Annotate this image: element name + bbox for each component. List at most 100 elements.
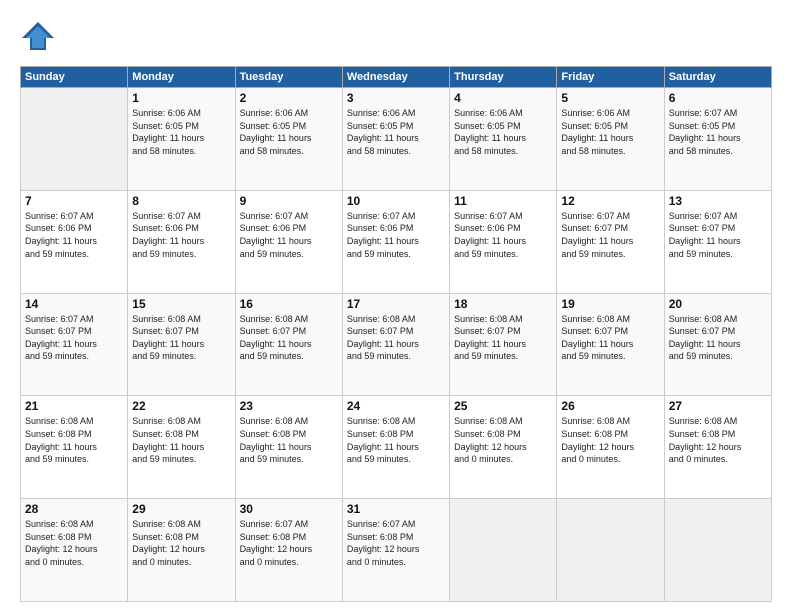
calendar-day-cell: 3 Sunrise: 6:06 AM Sunset: 6:05 PM Daylig… (342, 88, 449, 191)
day-info: Sunrise: 6:07 AM Sunset: 6:06 PM Dayligh… (347, 210, 445, 260)
weekday-header-cell: Wednesday (342, 67, 449, 88)
calendar-day-cell: 28Sunrise: 6:08 AM Sunset: 6:08 PM Dayli… (21, 499, 128, 602)
calendar-week-row: 14 Sunrise: 6:07 AM Sunset: 6:07 PM Dayli… (21, 293, 772, 396)
day-number: 26 (561, 399, 659, 413)
day-info: Sunrise: 6:07 AM Sunset: 6:07 PM Dayligh… (25, 313, 123, 363)
calendar-day-cell: 13 Sunrise: 6:07 AM Sunset: 6:07 PM Dayli… (664, 190, 771, 293)
calendar-day-cell: 20 Sunrise: 6:08 AM Sunset: 6:07 PM Dayli… (664, 293, 771, 396)
calendar-day-cell (21, 88, 128, 191)
day-number: 14 (25, 297, 123, 311)
day-info: Sunrise: 6:08 AM Sunset: 6:08 PM Dayligh… (25, 415, 123, 465)
calendar-body: 1 Sunrise: 6:06 AM Sunset: 6:05 PM Daylig… (21, 88, 772, 602)
day-number: 16 (240, 297, 338, 311)
day-info: Sunrise: 6:07 AM Sunset: 6:07 PM Dayligh… (561, 210, 659, 260)
day-number: 20 (669, 297, 767, 311)
day-number: 11 (454, 194, 552, 208)
day-info: Sunrise: 6:08 AM Sunset: 6:08 PM Dayligh… (561, 415, 659, 465)
weekday-header-cell: Monday (128, 67, 235, 88)
day-number: 1 (132, 91, 230, 105)
day-number: 9 (240, 194, 338, 208)
day-info: Sunrise: 6:07 AM Sunset: 6:05 PM Dayligh… (669, 107, 767, 157)
day-info: Sunrise: 6:08 AM Sunset: 6:07 PM Dayligh… (347, 313, 445, 363)
day-info: Sunrise: 6:08 AM Sunset: 6:07 PM Dayligh… (132, 313, 230, 363)
calendar-day-cell: 29Sunrise: 6:08 AM Sunset: 6:08 PM Dayli… (128, 499, 235, 602)
calendar-page: SundayMondayTuesdayWednesdayThursdayFrid… (0, 0, 792, 612)
calendar-day-cell: 22 Sunrise: 6:08 AM Sunset: 6:08 PM Dayli… (128, 396, 235, 499)
calendar-day-cell: 26 Sunrise: 6:08 AM Sunset: 6:08 PM Dayli… (557, 396, 664, 499)
calendar-day-cell: 27Sunrise: 6:08 AM Sunset: 6:08 PM Dayli… (664, 396, 771, 499)
calendar-day-cell: 1 Sunrise: 6:06 AM Sunset: 6:05 PM Daylig… (128, 88, 235, 191)
calendar-day-cell: 18 Sunrise: 6:08 AM Sunset: 6:07 PM Dayli… (450, 293, 557, 396)
day-number: 6 (669, 91, 767, 105)
calendar-week-row: 28Sunrise: 6:08 AM Sunset: 6:08 PM Dayli… (21, 499, 772, 602)
day-info: Sunrise: 6:08 AM Sunset: 6:07 PM Dayligh… (454, 313, 552, 363)
calendar-day-cell: 2Sunrise: 6:06 AM Sunset: 6:05 PM Daylig… (235, 88, 342, 191)
calendar-day-cell: 23 Sunrise: 6:08 AM Sunset: 6:08 PM Dayli… (235, 396, 342, 499)
day-number: 23 (240, 399, 338, 413)
calendar-week-row: 21 Sunrise: 6:08 AM Sunset: 6:08 PM Dayli… (21, 396, 772, 499)
day-number: 30 (240, 502, 338, 516)
calendar-day-cell: 5 Sunrise: 6:06 AM Sunset: 6:05 PM Daylig… (557, 88, 664, 191)
day-number: 17 (347, 297, 445, 311)
header (20, 20, 772, 56)
weekday-header-cell: Friday (557, 67, 664, 88)
logo (20, 20, 60, 56)
day-number: 31 (347, 502, 445, 516)
day-number: 3 (347, 91, 445, 105)
weekday-header-cell: Saturday (664, 67, 771, 88)
day-number: 8 (132, 194, 230, 208)
logo-icon (20, 20, 56, 56)
calendar-day-cell: 15 Sunrise: 6:08 AM Sunset: 6:07 PM Dayli… (128, 293, 235, 396)
day-info: Sunrise: 6:08 AM Sunset: 6:08 PM Dayligh… (347, 415, 445, 465)
day-info: Sunrise: 6:08 AM Sunset: 6:07 PM Dayligh… (240, 313, 338, 363)
day-info: Sunrise: 6:06 AM Sunset: 6:05 PM Dayligh… (347, 107, 445, 157)
calendar-day-cell: 6 Sunrise: 6:07 AM Sunset: 6:05 PM Daylig… (664, 88, 771, 191)
day-info: Sunrise: 6:06 AM Sunset: 6:05 PM Dayligh… (132, 107, 230, 157)
calendar-day-cell (450, 499, 557, 602)
calendar-day-cell: 14 Sunrise: 6:07 AM Sunset: 6:07 PM Dayli… (21, 293, 128, 396)
day-info: Sunrise: 6:08 AM Sunset: 6:07 PM Dayligh… (669, 313, 767, 363)
day-number: 29 (132, 502, 230, 516)
day-info: Sunrise: 6:07 AM Sunset: 6:08 PM Dayligh… (240, 518, 338, 568)
calendar-day-cell: 11 Sunrise: 6:07 AM Sunset: 6:06 PM Dayli… (450, 190, 557, 293)
day-info: Sunrise: 6:07 AM Sunset: 6:06 PM Dayligh… (132, 210, 230, 260)
weekday-header-cell: Tuesday (235, 67, 342, 88)
calendar-table: SundayMondayTuesdayWednesdayThursdayFrid… (20, 66, 772, 602)
calendar-day-cell: 16 Sunrise: 6:08 AM Sunset: 6:07 PM Dayli… (235, 293, 342, 396)
calendar-day-cell: 31 Sunrise: 6:07 AM Sunset: 6:08 PM Dayli… (342, 499, 449, 602)
calendar-day-cell: 24 Sunrise: 6:08 AM Sunset: 6:08 PM Dayli… (342, 396, 449, 499)
day-number: 24 (347, 399, 445, 413)
calendar-day-cell: 12Sunrise: 6:07 AM Sunset: 6:07 PM Dayli… (557, 190, 664, 293)
day-number: 27 (669, 399, 767, 413)
day-info: Sunrise: 6:06 AM Sunset: 6:05 PM Dayligh… (454, 107, 552, 157)
day-number: 15 (132, 297, 230, 311)
day-number: 25 (454, 399, 552, 413)
day-info: Sunrise: 6:08 AM Sunset: 6:08 PM Dayligh… (25, 518, 123, 568)
day-number: 18 (454, 297, 552, 311)
day-info: Sunrise: 6:06 AM Sunset: 6:05 PM Dayligh… (561, 107, 659, 157)
calendar-week-row: 7 Sunrise: 6:07 AM Sunset: 6:06 PM Daylig… (21, 190, 772, 293)
day-info: Sunrise: 6:07 AM Sunset: 6:06 PM Dayligh… (454, 210, 552, 260)
day-info: Sunrise: 6:08 AM Sunset: 6:08 PM Dayligh… (132, 415, 230, 465)
calendar-day-cell: 21 Sunrise: 6:08 AM Sunset: 6:08 PM Dayli… (21, 396, 128, 499)
calendar-day-cell: 7 Sunrise: 6:07 AM Sunset: 6:06 PM Daylig… (21, 190, 128, 293)
day-info: Sunrise: 6:07 AM Sunset: 6:06 PM Dayligh… (240, 210, 338, 260)
day-number: 7 (25, 194, 123, 208)
day-info: Sunrise: 6:07 AM Sunset: 6:06 PM Dayligh… (25, 210, 123, 260)
calendar-day-cell (664, 499, 771, 602)
weekday-header-cell: Sunday (21, 67, 128, 88)
day-info: Sunrise: 6:08 AM Sunset: 6:08 PM Dayligh… (240, 415, 338, 465)
day-info: Sunrise: 6:07 AM Sunset: 6:07 PM Dayligh… (669, 210, 767, 260)
day-info: Sunrise: 6:08 AM Sunset: 6:08 PM Dayligh… (454, 415, 552, 465)
day-number: 21 (25, 399, 123, 413)
day-number: 22 (132, 399, 230, 413)
day-number: 4 (454, 91, 552, 105)
day-number: 13 (669, 194, 767, 208)
calendar-day-cell (557, 499, 664, 602)
calendar-day-cell: 8 Sunrise: 6:07 AM Sunset: 6:06 PM Daylig… (128, 190, 235, 293)
day-number: 19 (561, 297, 659, 311)
day-number: 5 (561, 91, 659, 105)
calendar-day-cell: 17 Sunrise: 6:08 AM Sunset: 6:07 PM Dayli… (342, 293, 449, 396)
day-info: Sunrise: 6:07 AM Sunset: 6:08 PM Dayligh… (347, 518, 445, 568)
calendar-day-cell: 4 Sunrise: 6:06 AM Sunset: 6:05 PM Daylig… (450, 88, 557, 191)
